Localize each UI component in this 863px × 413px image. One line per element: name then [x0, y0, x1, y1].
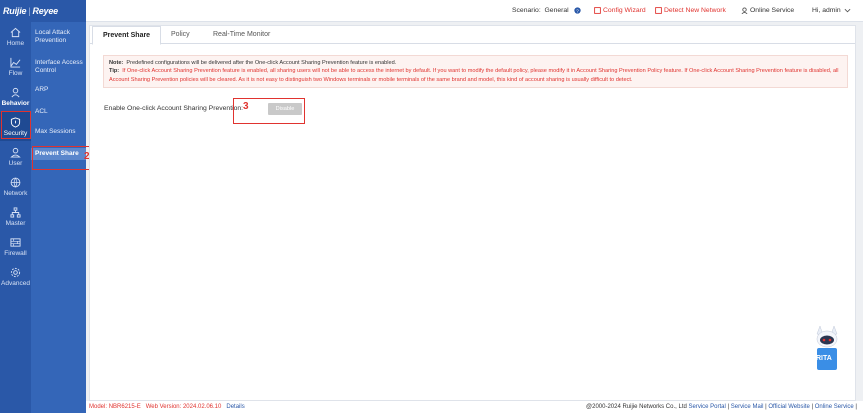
footer-device-info: Model: NBR6215-E Web Version: 2024.02.06…	[89, 404, 245, 410]
main-nav: Home Flow Behavior Security User Network…	[0, 22, 31, 413]
topology-icon	[10, 206, 21, 218]
wizard-icon	[594, 7, 601, 14]
globe-icon	[10, 177, 21, 188]
tab-prevent-share[interactable]: Prevent Share	[92, 26, 162, 45]
nav-home[interactable]: Home	[0, 22, 31, 51]
firewall-icon	[10, 237, 21, 247]
submenu-interface-access-control[interactable]: Interface Access Control	[31, 59, 86, 75]
submenu-acl[interactable]: ACL	[31, 108, 86, 116]
top-bar: Scenario: General ? Config Wizard Detect…	[86, 0, 863, 22]
config-wizard-link[interactable]: Config Wizard	[594, 7, 646, 14]
enable-sharing-prevention-label: Enable One-click Account Sharing Prevent…	[104, 105, 244, 112]
nav-flow[interactable]: Flow	[0, 52, 31, 81]
chart-icon	[10, 57, 21, 68]
footer-bar: Model: NBR6215-E Web Version: 2024.02.06…	[86, 401, 863, 413]
service-portal-link[interactable]: Service Portal	[689, 404, 726, 410]
tab-real-time-monitor[interactable]: Real-Time Monitor	[203, 26, 280, 44]
nav-master[interactable]: Master	[0, 202, 31, 231]
submenu-max-sessions[interactable]: Max Sessions	[31, 128, 86, 136]
annotation-step-3: 3	[243, 101, 249, 112]
main-panel: Prevent Share Policy Real-Time Monitor N…	[89, 25, 856, 401]
nav-advanced[interactable]: Advanced	[0, 262, 31, 291]
nav-behavior[interactable]: Behavior	[0, 82, 31, 111]
gear-icon	[10, 267, 21, 277]
user-menu[interactable]: Hi, admin	[812, 7, 853, 14]
logo-ruijie: Ruijie	[3, 6, 27, 16]
detect-icon	[655, 7, 662, 14]
detect-network-link[interactable]: Detect New Network	[655, 7, 726, 14]
official-website-link[interactable]: Official Website	[768, 404, 809, 410]
details-link[interactable]: Details	[226, 404, 244, 410]
tab-policy[interactable]: Policy	[161, 26, 200, 44]
nav-network[interactable]: Network	[0, 172, 31, 201]
user-icon	[10, 147, 21, 158]
online-service-footer-link[interactable]: Online Service	[815, 404, 854, 410]
nav-firewall[interactable]: Firewall	[0, 232, 31, 261]
security-highlight-box	[1, 111, 31, 139]
logo-reyee: Reyee	[32, 6, 58, 16]
home-icon	[10, 27, 21, 37]
online-service-link[interactable]: Online Service	[741, 7, 794, 14]
security-submenu: Local Attack Prevention Interface Access…	[31, 22, 86, 413]
footer-links: @2000-2024 Ruijie Networks Co., Ltd Serv…	[586, 404, 857, 410]
brand-logo: Ruijie | Reyee	[0, 0, 86, 22]
scenario: Scenario: General ?	[512, 7, 583, 14]
chevron-down-icon	[844, 8, 851, 13]
nav-user[interactable]: User	[0, 142, 31, 171]
submenu-local-attack-prevention[interactable]: Local Attack Prevention	[31, 29, 86, 45]
service-mail-link[interactable]: Service Mail	[731, 404, 764, 410]
help-icon[interactable]: ?	[574, 7, 581, 14]
sharing-prevention-toggle[interactable]: Disable	[268, 103, 302, 115]
rita-assistant[interactable]: RITA	[811, 322, 843, 374]
rita-label: RITA	[816, 355, 832, 362]
behavior-icon	[11, 87, 20, 97]
headset-icon	[741, 7, 748, 14]
tip-line: Tip: If One-click Account Sharing Preven…	[109, 68, 839, 83]
tab-bar: Prevent Share Policy Real-Time Monitor	[90, 26, 855, 45]
note-line: Note: Predefined configurations will be …	[109, 60, 397, 66]
submenu-arp[interactable]: ARP	[31, 86, 86, 94]
svg-text:?: ?	[576, 8, 579, 14]
robot-icon	[816, 325, 838, 370]
notice-box: Note: Predefined configurations will be …	[103, 55, 848, 88]
